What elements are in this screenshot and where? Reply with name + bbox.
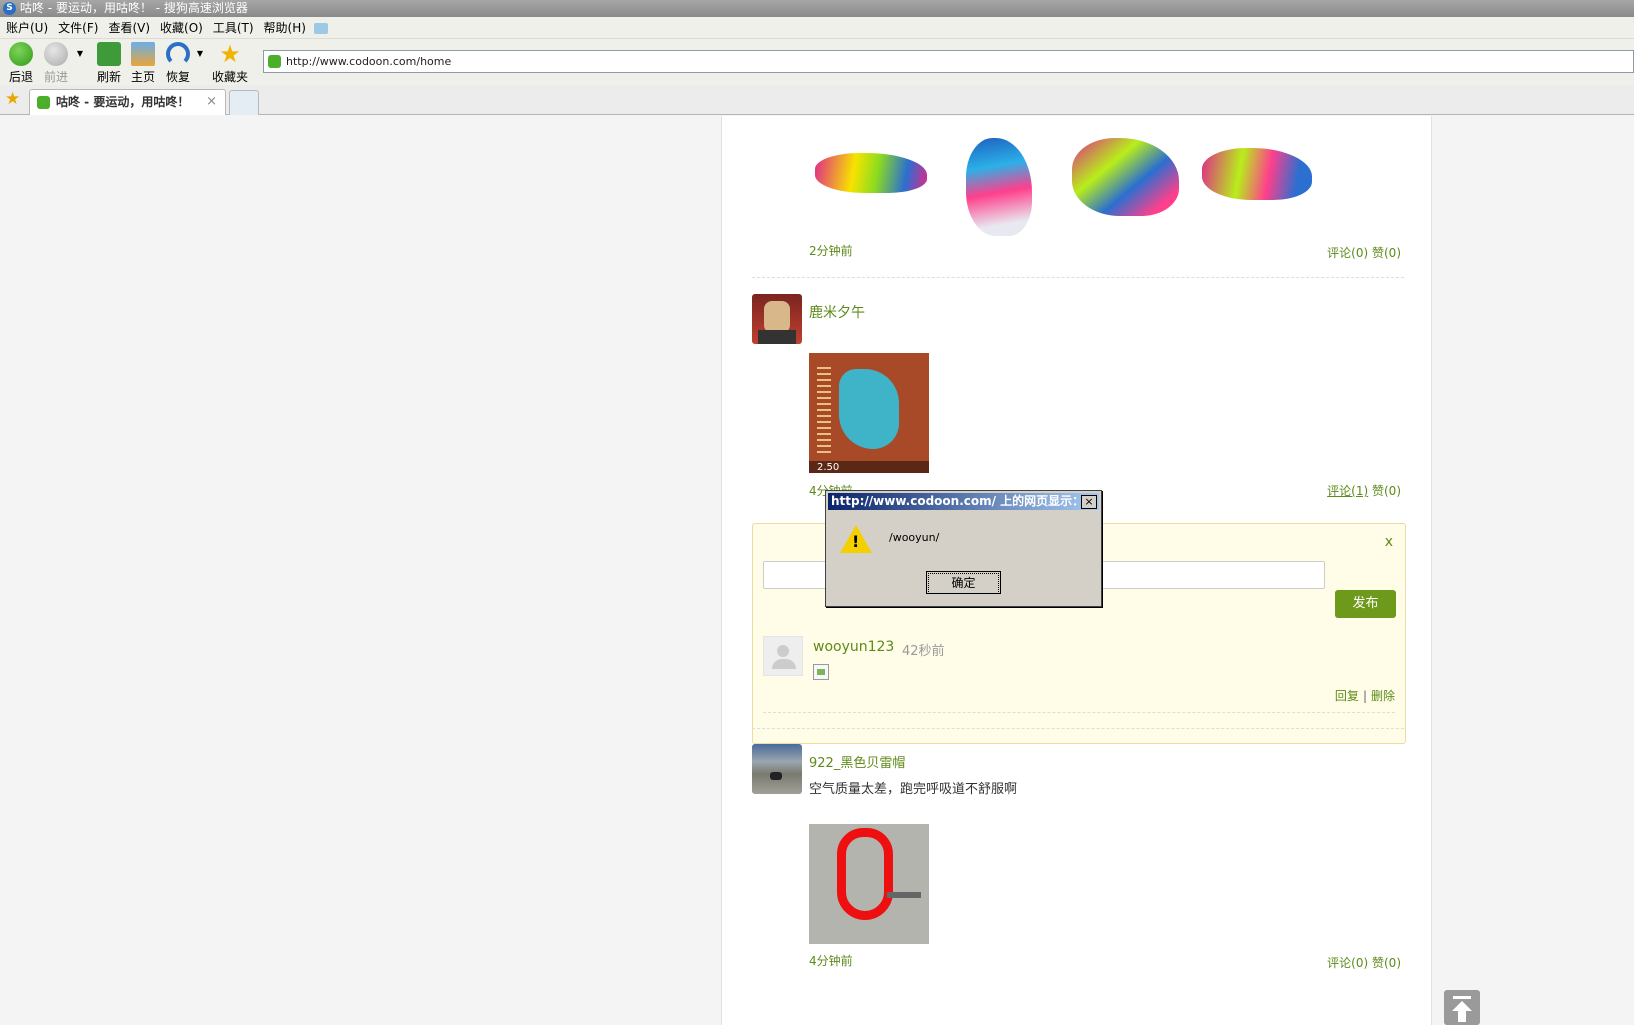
post1-comment-link[interactable]: 评论(0) [1327, 246, 1368, 260]
post1-like-link[interactable]: 赞(0) [1372, 246, 1401, 260]
window-title: 咕咚 - 要运动，用咕咚！ - 搜狗高速浏览器 [20, 1, 248, 15]
favorites-star-icon: ★ [219, 40, 241, 68]
tab-codoon[interactable]: 咕咚 - 要运动，用咕咚！ × [29, 89, 226, 115]
menu-favorites[interactable]: 收藏(O) [160, 17, 203, 39]
back-label: 后退 [8, 70, 33, 84]
skin-icon[interactable] [313, 23, 328, 34]
menu-help[interactable]: 帮助(H) [264, 17, 306, 39]
back-button[interactable]: 后退 [6, 42, 36, 85]
address-url[interactable]: http://www.codoon.com/home [286, 51, 451, 72]
dialog-message: /wooyun/ [889, 531, 940, 544]
ok-label: 确定 [928, 573, 999, 594]
post3-text: 空气质量太差，跑完呼吸道不舒服啊 [809, 782, 1018, 797]
post2-map-image[interactable]: 2.50 [809, 353, 929, 473]
shoe-image-3[interactable] [1072, 138, 1179, 216]
menu-tools[interactable]: 工具(T) [213, 17, 254, 39]
post3-username[interactable]: 922_黑色贝雷帽 [809, 752, 905, 771]
menu-account[interactable]: 账户(U) [6, 17, 48, 39]
tab-close-icon[interactable]: × [206, 90, 217, 114]
reply-link[interactable]: 回复 [1335, 689, 1359, 703]
forward-button[interactable]: 前进 [41, 42, 71, 85]
browser-logo-icon: S [3, 2, 16, 15]
bookmark-star-icon[interactable]: ★ [5, 90, 20, 108]
post3-actions: 评论(0) 赞(0) [1327, 954, 1401, 971]
dialog-close-button[interactable]: × [1081, 495, 1097, 509]
home-icon [131, 42, 155, 66]
home-button[interactable]: 主页 [128, 42, 158, 85]
refresh-icon [97, 42, 121, 66]
tab-label: 咕咚 - 要运动，用咕咚！ [56, 95, 190, 109]
avatar[interactable] [752, 744, 802, 794]
restore-dropdown-icon[interactable]: ▼ [195, 49, 205, 58]
broken-image-icon [813, 664, 829, 680]
home-label: 主页 [130, 70, 155, 84]
window-titlebar: S 咕咚 - 要运动，用咕咚！ - 搜狗高速浏览器 [0, 0, 1634, 17]
map-distance-label: 2.50 [817, 462, 840, 473]
post2-username[interactable]: 鹿米夕午 [809, 302, 865, 322]
comment-close-button[interactable]: x [1385, 534, 1393, 550]
post3-like-link[interactable]: 赞(0) [1372, 956, 1401, 970]
comment-actions: 回复 | 删除 [1335, 687, 1395, 704]
alert-dialog: http://www.codoon.com/ 上的网页显示： × ! /wooy… [825, 490, 1102, 607]
delete-link[interactable]: 删除 [1371, 689, 1395, 703]
warning-mark: ! [852, 532, 860, 551]
post2-like-link[interactable]: 赞(0) [1372, 484, 1401, 498]
post1-time[interactable]: 2分钟前 [809, 242, 853, 259]
restore-icon [166, 42, 190, 66]
divider [752, 277, 1404, 278]
post2-actions: 评论(1) 赞(0) [1327, 482, 1401, 499]
menu-bar: 账户(U) 文件(F) 查看(V) 收藏(O) 工具(T) 帮助(H) [0, 17, 1634, 39]
favorites-label: 收藏夹 [211, 70, 248, 84]
refresh-button[interactable]: 刷新 [94, 42, 124, 85]
refresh-label: 刷新 [96, 70, 121, 84]
dialog-title: http://www.codoon.com/ 上的网页显示： [828, 493, 1099, 510]
post3-time[interactable]: 4分钟前 [809, 952, 853, 969]
restore-label: 恢复 [165, 70, 190, 84]
divider [763, 712, 1395, 713]
comment-avatar[interactable] [763, 636, 803, 676]
actions-separator: | [1362, 689, 1367, 703]
divider [752, 728, 1404, 729]
back-to-top-button[interactable] [1444, 990, 1480, 1025]
comment-time: 42秒前 [902, 644, 945, 659]
tab-bar: ★ 咕咚 - 要运动，用咕咚！ × [0, 85, 1634, 115]
forward-label: 前进 [43, 70, 68, 84]
tab-favicon-icon [37, 96, 50, 109]
comment-username[interactable]: wooyun123 [813, 639, 894, 655]
back-arrow-icon [9, 42, 33, 66]
post3-route-image[interactable] [809, 824, 929, 944]
address-bar[interactable]: http://www.codoon.com/home [263, 50, 1634, 73]
new-tab-button[interactable] [229, 90, 259, 115]
menu-file[interactable]: 文件(F) [58, 17, 98, 39]
history-dropdown-icon[interactable]: ▼ [75, 49, 85, 58]
restore-button[interactable]: 恢复 [163, 42, 193, 85]
ok-button[interactable]: 确定 [926, 571, 1001, 594]
post3-comment-link[interactable]: 评论(0) [1327, 956, 1368, 970]
shoe-image-4[interactable] [1202, 148, 1312, 200]
shoe-image-1[interactable] [815, 153, 927, 193]
site-favicon-icon [268, 55, 281, 68]
post1-actions: 评论(0) 赞(0) [1327, 244, 1401, 261]
avatar[interactable] [752, 294, 802, 344]
forward-arrow-icon [44, 42, 68, 66]
publish-button[interactable]: 发布 [1335, 590, 1396, 618]
favorites-button[interactable]: ★ 收藏夹 [210, 42, 250, 85]
menu-view[interactable]: 查看(V) [108, 17, 150, 39]
shoe-image-2[interactable] [966, 138, 1032, 236]
post2-comment-link[interactable]: 评论(1) [1327, 484, 1368, 498]
